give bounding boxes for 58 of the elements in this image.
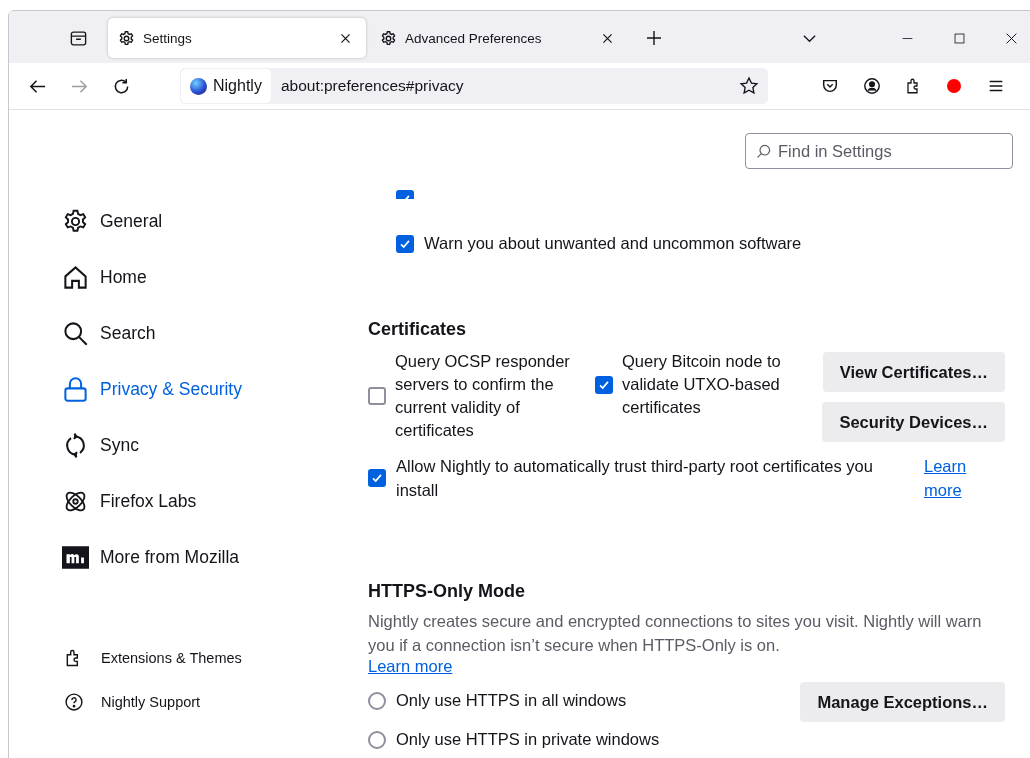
section-heading: Certificates: [368, 319, 468, 340]
sidebar-category[interactable]: Search: [62, 305, 368, 361]
sidebar-category[interactable]: Home: [62, 249, 368, 305]
close-icon[interactable]: [1005, 31, 1018, 45]
radio-button[interactable]: [368, 691, 386, 710]
search-icon: [756, 143, 772, 159]
search-icon: [62, 319, 89, 347]
sidebar-category[interactable]: Privacy & Security: [62, 361, 368, 417]
search-field[interactable]: Find in Settings: [745, 133, 1013, 169]
firefox-view-icon[interactable]: [69, 28, 88, 48]
identity-box[interactable]: Nightly: [181, 69, 271, 103]
learn-more-link[interactable]: Learn more: [368, 657, 453, 675]
home-icon: [62, 263, 89, 291]
learn-more-link[interactable]: Learn more: [924, 454, 974, 502]
radio-button[interactable]: [368, 730, 386, 749]
settings-button[interactable]: View Certificates…: [822, 352, 1005, 392]
settings-button[interactable]: Manage Exceptions…: [800, 682, 1005, 722]
close-icon[interactable]: [601, 31, 614, 45]
checkbox-label: Warn you about unwanted and uncommon software: [424, 234, 802, 253]
checkbox[interactable]: [396, 234, 414, 253]
sidebar-category[interactable]: Firefox Labs: [62, 473, 368, 529]
new-tab-icon[interactable]: [646, 30, 662, 46]
browser-tab[interactable]: Advanced Preferences: [370, 18, 628, 58]
nightly-logo-icon: [190, 77, 207, 95]
radio-label: Only use HTTPS in all windows: [396, 691, 627, 710]
checkbox-label: Query Bitcoin node to validate UTXO-based certificates: [622, 351, 782, 418]
sidebar-category[interactable]: Sync: [62, 417, 368, 473]
checkbox[interactable]: [368, 469, 386, 487]
star-icon[interactable]: [739, 76, 759, 96]
help-icon: [64, 692, 84, 712]
lock-icon: [62, 375, 89, 403]
checkbox-label: Query OCSP responder servers to confirm the current validity of certificates: [395, 351, 571, 441]
checkbox[interactable]: [368, 387, 386, 405]
reload-icon[interactable]: [112, 76, 131, 96]
gear-icon: [118, 29, 135, 47]
sidebar-category[interactable]: More from Mozilla: [62, 529, 368, 585]
checkbox-label: Allow Nightly to automatically trust third-party root certificates you install: [396, 456, 874, 501]
radio-label: Only use HTTPS in private windows: [396, 730, 660, 749]
url-text: about:preferences#privacy: [280, 77, 465, 95]
record-dot-icon[interactable]: [947, 79, 961, 93]
mozilla-logo-icon: [62, 543, 89, 571]
tab-title: Settings: [143, 30, 193, 46]
address-bar[interactable]: Nightly about:preferences#privacy: [180, 68, 768, 104]
maximize-icon[interactable]: [953, 31, 966, 45]
tab-title: Advanced Preferences: [405, 30, 543, 46]
sidebar-link[interactable]: Extensions & Themes: [62, 636, 368, 680]
checkbox[interactable]: [595, 375, 613, 394]
settings-button[interactable]: Security Devices…: [822, 402, 1005, 442]
section-heading: HTTPS-Only Mode: [368, 581, 526, 602]
sidebar-category[interactable]: General: [62, 193, 368, 249]
browser-tab[interactable]: Settings: [108, 18, 366, 58]
gear-icon: [62, 207, 89, 235]
account-icon[interactable]: [863, 77, 881, 95]
pocket-icon[interactable]: [821, 77, 839, 95]
close-icon[interactable]: [339, 31, 352, 45]
gear-icon: [380, 29, 397, 47]
section-description: Nightly creates secure and encrypted connections to sites you visit. Nightly will warn you if a connection isn’t secure when HTTPS-Only is on.: [368, 611, 983, 656]
sidebar-link[interactable]: Nightly Support: [62, 680, 368, 724]
